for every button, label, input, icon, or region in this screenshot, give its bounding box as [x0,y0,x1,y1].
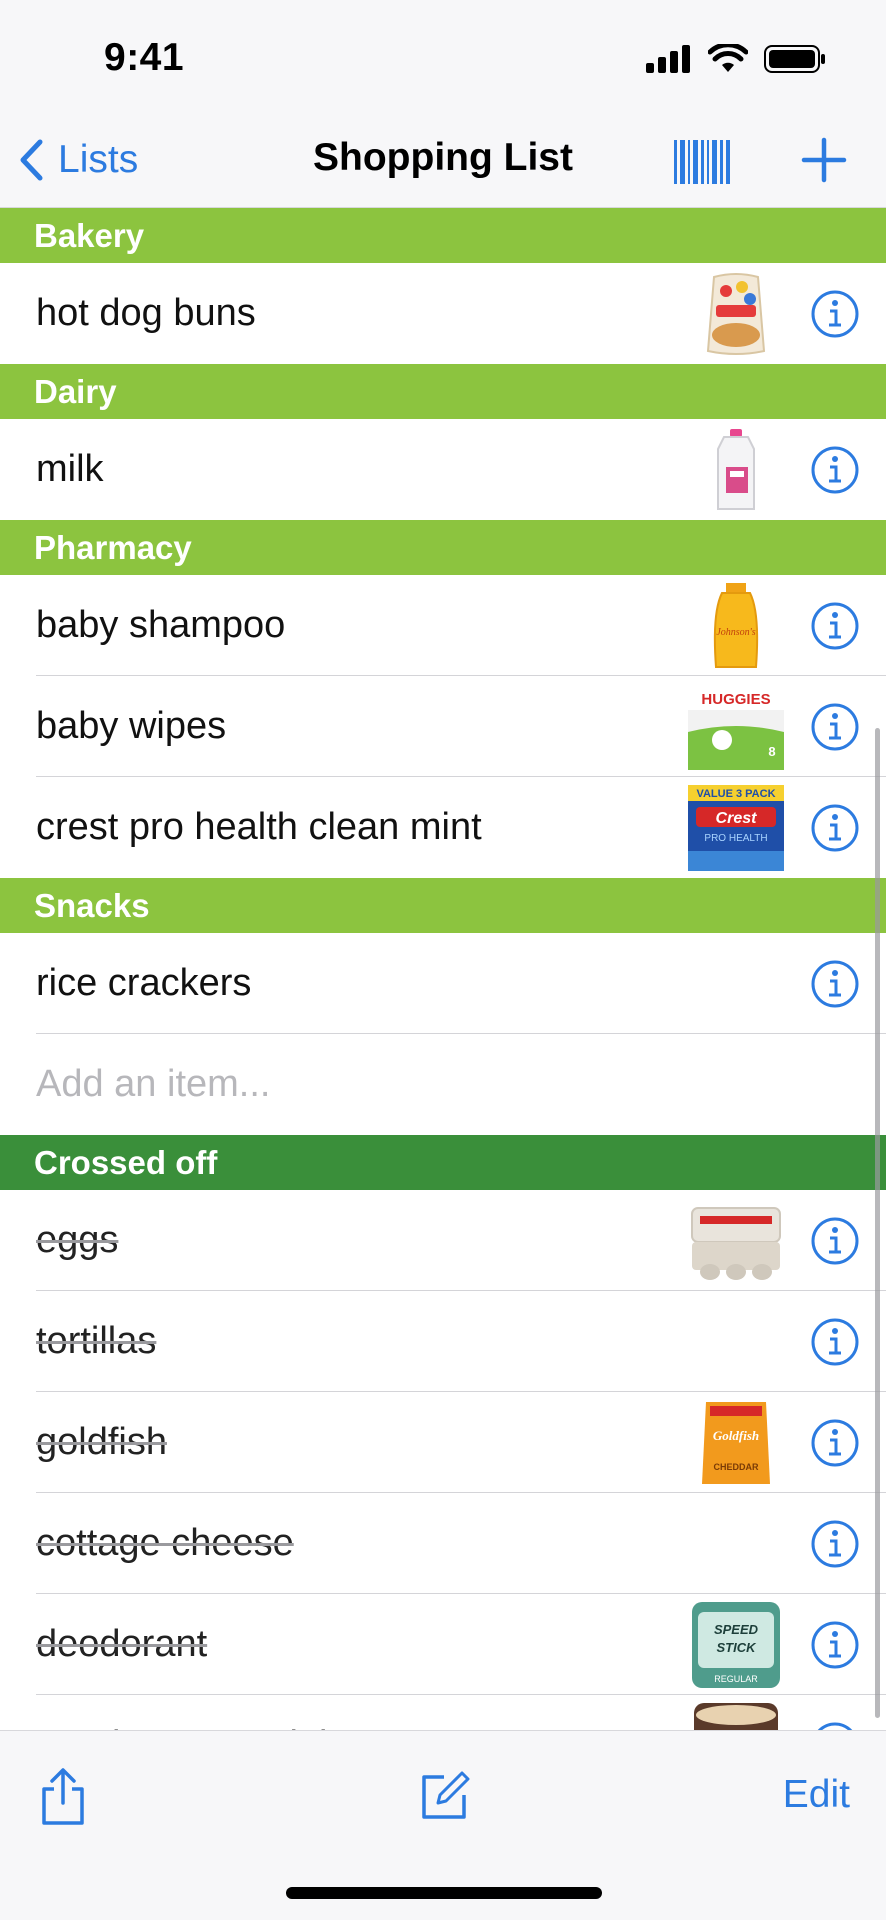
section-header-dairy: Dairy [0,364,886,419]
item-label: baby shampoo [36,604,286,646]
nav-bar: Lists Shopping List [0,116,886,208]
crossed-item[interactable]: cottage cheese [0,1493,886,1594]
crossed-item[interactable]: greek yogurt, plain, 0% GREEK [0,1695,886,1730]
svg-text:STICK: STICK [717,1640,758,1655]
info-icon[interactable] [810,702,860,752]
item-label: goldfish [36,1421,167,1463]
info-icon[interactable] [810,289,860,339]
info-icon[interactable] [810,1418,860,1468]
svg-text:Johnson's: Johnson's [716,627,755,638]
item-label: greek yogurt, plain, 0% [24,1695,437,1730]
item-label: eggs [36,1219,119,1261]
item-label: tortillas [36,1320,157,1362]
info-icon[interactable] [810,959,860,1009]
svg-text:8: 8 [768,744,775,759]
compose-button[interactable] [418,1769,470,1821]
yogurt-tub-image: GREEK [694,1703,778,1730]
bread-bag-image [706,273,766,355]
crossed-item[interactable]: eggs [0,1190,886,1291]
info-icon[interactable] [810,803,860,853]
crossed-item[interactable]: deodorant SPEED STICK REGULAR [0,1594,886,1695]
add-item-input[interactable]: Add an item... [36,1034,270,1135]
section-header-pharmacy: Pharmacy [0,520,886,575]
svg-text:PRO HEALTH: PRO HEALTH [704,833,767,844]
info-icon[interactable] [810,1317,860,1367]
section-header-bakery: Bakery [0,208,886,263]
share-button[interactable] [38,1767,88,1825]
info-icon[interactable] [810,1216,860,1266]
chevron-left-icon [20,139,43,181]
wifi-icon [708,44,748,72]
section-header-snacks: Snacks [0,878,886,933]
bottom-toolbar: Edit [0,1730,886,1920]
svg-text:SPEED: SPEED [714,1622,759,1637]
scroll-indicator[interactable] [875,728,880,1718]
item-label: deodorant [36,1623,208,1665]
back-button[interactable]: Lists [18,130,138,190]
deodorant-stick-image: SPEED STICK REGULAR [692,1602,780,1688]
edit-button[interactable]: Edit [783,1773,850,1817]
list-item[interactable]: baby shampoo Johnson's [0,575,886,676]
add-item-button[interactable] [800,134,848,186]
info-icon[interactable] [810,1620,860,1670]
barcode-icon [674,140,730,184]
egg-carton-image [691,1207,781,1280]
item-label: baby wipes [36,705,227,747]
info-icon[interactable] [810,445,860,495]
info-icon[interactable] [810,1519,860,1569]
status-time: 9:41 [104,36,185,79]
back-label: Lists [58,138,139,181]
list-item[interactable]: milk [0,419,886,520]
item-label: hot dog buns [36,292,256,334]
crossed-item[interactable]: goldfish Goldfish CHEDDAR [0,1392,886,1493]
item-label: crest pro health clean mint [36,806,482,848]
compose-icon [422,1771,470,1819]
share-icon [42,1768,84,1825]
svg-text:HUGGIES: HUGGIES [701,691,770,708]
shopping-list[interactable]: Bakery hot dog buns Dairy milk Pharmacy … [0,208,886,1730]
list-item[interactable]: hot dog buns [0,263,886,364]
svg-text:CHEDDAR: CHEDDAR [714,1462,760,1472]
section-header-crossed-off: Crossed off [0,1135,886,1190]
list-item[interactable]: baby wipes HUGGIES 8 [0,676,886,777]
svg-text:Crest: Crest [716,810,758,827]
cellular-signal-icon [646,45,690,73]
crossed-item[interactable]: tortillas [0,1291,886,1392]
item-label: milk [36,448,104,490]
home-indicator [286,1887,602,1899]
goldfish-bag-image: Goldfish CHEDDAR [702,1402,770,1484]
toothpaste-box-image: VALUE 3 PACK Crest PRO HEALTH [688,785,784,871]
svg-text:Goldfish: Goldfish [713,1428,759,1443]
svg-text:REGULAR: REGULAR [714,1674,758,1684]
status-icons [646,44,826,74]
status-bar: 9:41 [0,0,886,116]
list-item[interactable]: rice crackers [0,933,886,1034]
wipes-pack-image: HUGGIES 8 [688,684,784,770]
add-item-row[interactable]: Add an item... [0,1034,886,1135]
item-label: rice crackers [36,962,252,1004]
list-item[interactable]: crest pro health clean mint VALUE 3 PACK… [0,777,886,878]
shampoo-bottle-image: Johnson's [713,583,759,668]
info-icon[interactable] [810,1721,860,1730]
battery-icon [764,45,825,73]
item-label: cottage cheese [36,1522,294,1564]
barcode-scan-button[interactable] [672,136,732,188]
info-icon[interactable] [810,601,860,651]
plus-icon [801,137,847,183]
svg-text:VALUE 3 PACK: VALUE 3 PACK [696,788,775,800]
milk-jug-image [717,429,755,510]
